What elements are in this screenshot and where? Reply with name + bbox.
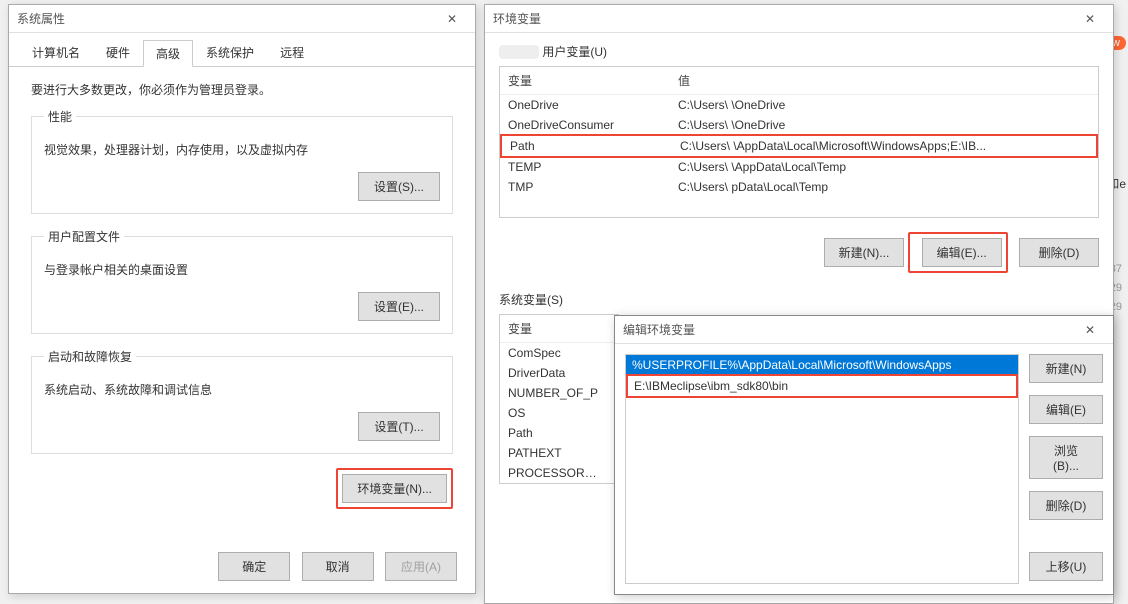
var-value: C:\Users\ \AppData\Local\Temp (670, 157, 1098, 177)
tab-remote[interactable]: 远程 (267, 39, 317, 66)
col-variable[interactable]: 变量 (500, 67, 670, 94)
edit-button[interactable]: 编辑(E) (1029, 395, 1103, 424)
table-row[interactable]: OneDriveConsumer C:\Users\ \OneDrive (500, 115, 1098, 135)
list-item[interactable]: E:\IBMeclipse\ibm_sdk80\bin (626, 374, 1018, 398)
edit-env-var-dialog: 编辑环境变量 ✕ %USERPROFILE%\AppData\Local\Mic… (614, 315, 1114, 595)
apply-button[interactable]: 应用(A) (385, 552, 457, 581)
user-profile-legend: 用户配置文件 (44, 228, 124, 245)
performance-legend: 性能 (44, 108, 76, 125)
panel-body: 要进行大多数更改，你必须作为管理员登录。 性能 视觉效果，处理器计划，内存使用，… (9, 67, 475, 523)
tab-system-protection[interactable]: 系统保护 (193, 39, 267, 66)
close-icon[interactable]: ✕ (1075, 316, 1105, 344)
delete-button[interactable]: 删除(D) (1029, 491, 1103, 520)
user-profile-settings-button[interactable]: 设置(E)... (358, 292, 440, 321)
sys-vars-table[interactable]: 变量 ComSpec DriverData NUMBER_OF_P OS Pat… (499, 314, 619, 484)
performance-text: 视觉效果，处理器计划，内存使用，以及虚拟内存 (44, 141, 440, 158)
table-row[interactable]: Path (500, 423, 618, 443)
side-buttons: 新建(N) 编辑(E) 浏览(B)... 删除(D) 上移(U) (1019, 344, 1113, 594)
cancel-button[interactable]: 取消 (302, 552, 374, 581)
system-properties-dialog: 系统属性 ✕ 计算机名 硬件 高级 系统保护 远程 要进行大多数更改，你必须作为… (8, 4, 476, 594)
table-row[interactable]: TEMP C:\Users\ \AppData\Local\Temp (500, 157, 1098, 177)
table-row-path[interactable]: Path C:\Users\ \AppData\Local\Microsoft\… (500, 134, 1098, 158)
close-icon[interactable]: ✕ (1075, 5, 1105, 33)
dialog-title: 系统属性 (17, 10, 437, 27)
var-value: C:\Users\ \AppData\Local\Microsoft\Windo… (672, 136, 1096, 156)
tabs: 计算机名 硬件 高级 系统保护 远程 (9, 33, 475, 67)
col-variable[interactable]: 变量 (500, 315, 610, 342)
move-up-button[interactable]: 上移(U) (1029, 552, 1103, 581)
table-row[interactable]: OneDrive C:\Users\ \OneDrive (500, 95, 1098, 115)
dialog-footer: 确定 取消 应用(A) (9, 540, 475, 593)
var-name: PROCESSOR_AF (500, 463, 610, 483)
startup-settings-button[interactable]: 设置(T)... (358, 412, 440, 441)
user-var-buttons: 新建(N)... 编辑(E)... 删除(D) (485, 218, 1113, 281)
col-value[interactable]: 值 (670, 67, 1098, 94)
path-list[interactable]: %USERPROFILE%\AppData\Local\Microsoft\Wi… (625, 354, 1019, 584)
admin-note: 要进行大多数更改，你必须作为管理员登录。 (31, 81, 453, 98)
var-name: NUMBER_OF_P (500, 383, 610, 403)
performance-settings-button[interactable]: 设置(S)... (358, 172, 440, 201)
performance-group: 性能 视觉效果，处理器计划，内存使用，以及虚拟内存 设置(S)... (31, 108, 453, 214)
environment-variables-button[interactable]: 环境变量(N)... (342, 474, 447, 503)
titlebar: 环境变量 ✕ (485, 5, 1113, 33)
delete-button[interactable]: 删除(D) (1019, 238, 1099, 267)
new-button[interactable]: 新建(N)... (824, 238, 905, 267)
table-header: 变量 (500, 315, 618, 343)
var-name: OneDrive (500, 95, 670, 115)
table-row[interactable]: TMP C:\Users\ pData\Local\Temp (500, 177, 1098, 197)
var-name: DriverData (500, 363, 610, 383)
tab-advanced[interactable]: 高级 (143, 40, 193, 67)
user-profile-text: 与登录帐户相关的桌面设置 (44, 261, 440, 278)
var-name: TEMP (500, 157, 670, 177)
dialog-title: 环境变量 (493, 10, 1075, 27)
list-item[interactable]: %USERPROFILE%\AppData\Local\Microsoft\Wi… (626, 355, 1018, 375)
dialog-title: 编辑环境变量 (623, 321, 1075, 338)
user-vars-label: 用户变量(U) (499, 43, 1113, 60)
startup-recovery-group: 启动和故障恢复 系统启动、系统故障和调试信息 设置(T)... (31, 348, 453, 454)
edit-button[interactable]: 编辑(E)... (922, 238, 1002, 267)
table-row[interactable]: DriverData (500, 363, 618, 383)
tab-hardware[interactable]: 硬件 (93, 39, 143, 66)
var-name: Path (502, 136, 672, 156)
table-row[interactable]: PROCESSOR_AF (500, 463, 618, 483)
var-value: C:\Users\ \OneDrive (670, 115, 1098, 135)
var-name: Path (500, 423, 610, 443)
sys-vars-label: 系统变量(S) (499, 291, 1113, 308)
user-profile-group: 用户配置文件 与登录帐户相关的桌面设置 设置(E)... (31, 228, 453, 334)
var-name: OS (500, 403, 610, 423)
var-value: C:\Users\ pData\Local\Temp (670, 177, 1098, 197)
ok-button[interactable]: 确定 (218, 552, 290, 581)
table-row[interactable]: OS (500, 403, 618, 423)
titlebar: 系统属性 ✕ (9, 5, 475, 33)
var-name: OneDriveConsumer (500, 115, 670, 135)
tab-computer-name[interactable]: 计算机名 (19, 39, 93, 66)
close-icon[interactable]: ✕ (437, 5, 467, 33)
startup-text: 系统启动、系统故障和调试信息 (44, 381, 440, 398)
startup-legend: 启动和故障恢复 (44, 348, 136, 365)
table-row[interactable]: PATHEXT (500, 443, 618, 463)
table-row[interactable]: NUMBER_OF_P (500, 383, 618, 403)
table-row[interactable]: ComSpec (500, 343, 618, 363)
var-name: ComSpec (500, 343, 610, 363)
var-value: C:\Users\ \OneDrive (670, 95, 1098, 115)
user-vars-table[interactable]: 变量 值 OneDrive C:\Users\ \OneDrive OneDri… (499, 66, 1099, 218)
titlebar: 编辑环境变量 ✕ (615, 316, 1113, 344)
table-header: 变量 值 (500, 67, 1098, 95)
var-name: TMP (500, 177, 670, 197)
var-name: PATHEXT (500, 443, 610, 463)
browse-button[interactable]: 浏览(B)... (1029, 436, 1103, 479)
new-button[interactable]: 新建(N) (1029, 354, 1103, 383)
